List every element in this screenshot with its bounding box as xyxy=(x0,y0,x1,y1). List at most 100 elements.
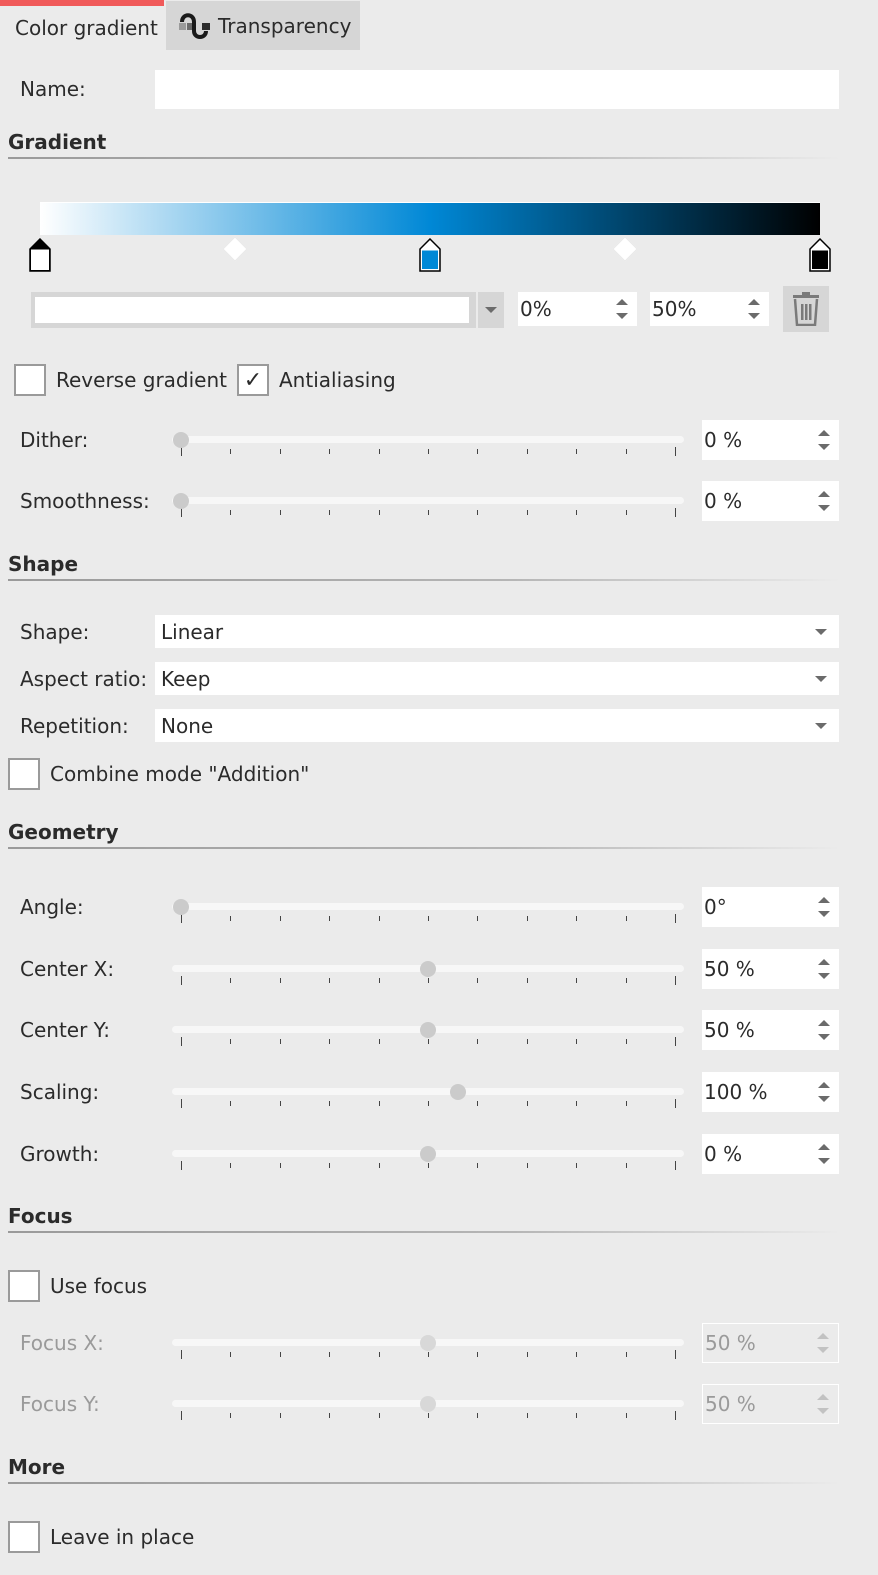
slider-tick xyxy=(477,1413,479,1418)
name-input[interactable] xyxy=(155,70,839,109)
spin-down-icon[interactable] xyxy=(818,911,830,917)
slider-tick xyxy=(181,914,182,923)
value-spinner[interactable]: 50 % xyxy=(702,1010,839,1050)
reverse-gradient-checkbox[interactable] xyxy=(14,364,46,396)
repetition-select[interactable]: None xyxy=(155,709,839,742)
slider-track[interactable] xyxy=(172,497,684,504)
slider-tick xyxy=(625,1413,627,1418)
spin-down-icon[interactable] xyxy=(818,1034,830,1040)
spin-down-icon[interactable] xyxy=(818,444,830,450)
slider[interactable] xyxy=(172,1146,684,1176)
spin-down-icon[interactable] xyxy=(818,973,830,979)
leave-in-place-checkbox[interactable] xyxy=(8,1521,40,1553)
delete-stop-button[interactable] xyxy=(783,286,829,332)
slider-tick xyxy=(477,916,479,921)
spin-up-icon[interactable] xyxy=(748,299,760,305)
slider-track[interactable] xyxy=(172,903,684,910)
slider-thumb[interactable] xyxy=(449,1084,466,1100)
stop-position-spinner[interactable]: 0% xyxy=(518,292,637,326)
gradient-midpoint-handle[interactable] xyxy=(222,236,248,262)
spin-down-icon[interactable] xyxy=(616,313,628,319)
spin-up-icon[interactable] xyxy=(818,897,830,903)
slider-tick xyxy=(625,978,627,983)
use-focus-checkbox[interactable] xyxy=(8,1270,40,1302)
slider-track[interactable] xyxy=(172,436,684,443)
slider[interactable] xyxy=(172,1084,684,1114)
slider-thumb[interactable] xyxy=(420,1022,436,1038)
aspect-ratio-select[interactable]: Keep xyxy=(155,662,839,695)
gradient-stop-handle[interactable] xyxy=(29,237,51,272)
combine-mode-checkbox[interactable] xyxy=(8,758,40,790)
slider-tick xyxy=(576,978,578,983)
spin-up-icon[interactable] xyxy=(818,1020,830,1026)
shape-select[interactable]: Linear xyxy=(155,615,839,648)
slider-tick xyxy=(675,1037,676,1046)
slider[interactable] xyxy=(172,899,684,929)
gradient-stop-handle[interactable] xyxy=(419,237,441,272)
slider-tick xyxy=(675,1411,676,1420)
gradient-midpoint-handle[interactable] xyxy=(612,236,638,262)
slider-tick xyxy=(526,1163,528,1168)
shape-value: Linear xyxy=(161,619,224,644)
value-spinner[interactable]: 50 % xyxy=(702,949,839,989)
slider-thumb[interactable] xyxy=(420,1146,436,1162)
spin-up-icon[interactable] xyxy=(818,1144,830,1150)
spin-down-icon[interactable] xyxy=(818,1158,830,1164)
slider-tick xyxy=(526,1352,528,1357)
tab-color-gradient-label: Color gradient xyxy=(15,16,158,40)
section-title-gradient: Gradient xyxy=(8,130,107,154)
slider[interactable] xyxy=(172,1022,684,1052)
section-divider xyxy=(8,1482,840,1484)
tab-transparency[interactable]: Transparency xyxy=(166,1,360,50)
slider-tick xyxy=(329,1413,331,1418)
slider-tick xyxy=(378,1101,380,1106)
slider-tick xyxy=(428,978,429,983)
value-spinner[interactable]: 0 % xyxy=(702,1134,839,1174)
slider-tick xyxy=(378,1413,380,1418)
stop-color-dropdown-button[interactable] xyxy=(476,292,504,328)
slider-tick xyxy=(477,978,479,983)
tab-color-gradient[interactable]: Color gradient xyxy=(0,6,165,50)
check-icon: ✓ xyxy=(243,367,263,393)
stop-midpoint-spinner[interactable]: 50% xyxy=(650,292,769,326)
value-spinner[interactable]: 100 % xyxy=(702,1072,839,1112)
chevron-down-icon xyxy=(815,722,827,729)
gradient-preview[interactable] xyxy=(40,202,820,235)
slider-tick xyxy=(428,916,429,921)
tab-transparency-label: Transparency xyxy=(218,13,352,38)
spin-up-icon[interactable] xyxy=(818,959,830,965)
slider-thumb[interactable] xyxy=(420,961,436,977)
gradient-stop-handle[interactable] xyxy=(809,237,831,272)
slider-tick xyxy=(230,1352,232,1357)
spin-up-icon[interactable] xyxy=(818,491,830,497)
spin-up-icon[interactable] xyxy=(818,430,830,436)
spin-down-icon[interactable] xyxy=(818,505,830,511)
value-spinner[interactable]: 0° xyxy=(702,887,839,927)
section-title-geometry: Geometry xyxy=(8,820,119,844)
section-divider xyxy=(8,579,840,581)
slider-track[interactable] xyxy=(172,1088,684,1095)
slider[interactable] xyxy=(172,493,684,523)
slider-label: Scaling: xyxy=(20,1080,100,1104)
slider-tick xyxy=(675,1161,676,1170)
spin-up-icon[interactable] xyxy=(616,299,628,305)
stop-color-dropdown[interactable] xyxy=(31,292,504,328)
slider-thumb[interactable] xyxy=(173,899,189,915)
slider-tick xyxy=(230,978,232,983)
spinner-value: 0 % xyxy=(704,428,743,452)
spin-down-icon[interactable] xyxy=(748,313,760,319)
slider[interactable] xyxy=(172,432,684,462)
slider-tick xyxy=(378,510,380,515)
slider-thumb[interactable] xyxy=(173,493,189,509)
slider-thumb[interactable] xyxy=(173,432,189,448)
antialiasing-checkbox[interactable]: ✓ xyxy=(237,364,269,396)
value-spinner[interactable]: 0 % xyxy=(702,481,839,521)
spin-up-icon[interactable] xyxy=(818,1082,830,1088)
spinner-value: 50 % xyxy=(704,1018,755,1042)
spinner-value: 0 % xyxy=(704,1142,743,1166)
slider-tick xyxy=(526,978,528,983)
antialiasing-label: Antialiasing xyxy=(279,368,396,392)
spin-down-icon[interactable] xyxy=(818,1096,830,1102)
value-spinner[interactable]: 0 % xyxy=(702,420,839,460)
slider[interactable] xyxy=(172,961,684,991)
